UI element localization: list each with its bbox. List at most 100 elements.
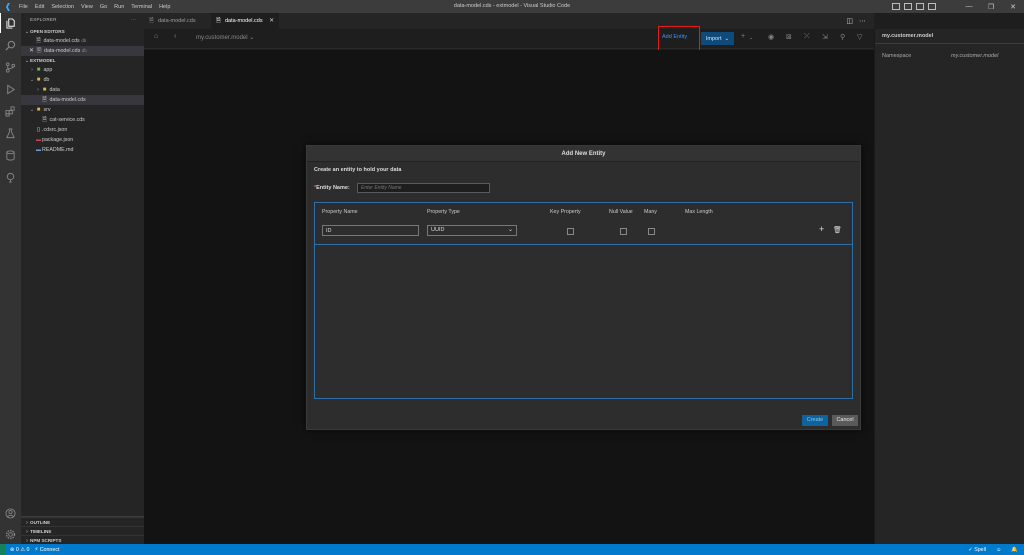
collapse-icon[interactable]: ⤫	[804, 33, 810, 41]
toggle-secondary-sidebar-icon[interactable]	[916, 3, 924, 10]
npm-scripts-header[interactable]: › NPM SCRIPTS	[21, 535, 144, 544]
tab-label: data-model.cds	[158, 18, 196, 24]
many-checkbox[interactable]	[648, 228, 655, 235]
manage-gear-icon[interactable]	[0, 524, 21, 544]
toggle-panel-icon[interactable]	[904, 3, 912, 10]
minimize-icon[interactable]: —	[958, 0, 980, 13]
timeline-header[interactable]: › TIMELINE	[21, 526, 144, 535]
tree-file-data-model[interactable]: 🗎 data-model.cds	[21, 95, 144, 105]
close-window-icon[interactable]: ✕	[1002, 0, 1024, 13]
testing-icon[interactable]	[0, 123, 21, 143]
cloud-icon[interactable]	[0, 167, 21, 187]
menu-terminal[interactable]: Terminal	[131, 4, 152, 10]
menu-file[interactable]: File	[19, 4, 28, 10]
maximize-icon[interactable]: ❐	[980, 0, 1002, 13]
files-icon[interactable]	[0, 13, 21, 33]
null-value-checkbox[interactable]	[620, 228, 627, 235]
more-actions-icon[interactable]: ···	[131, 13, 136, 27]
open-editors-header[interactable]: ⌄OPEN EDITORS	[21, 27, 144, 36]
add-icon[interactable]: +	[741, 33, 745, 40]
col-property-name: Property Name	[322, 209, 358, 215]
spell-status[interactable]: ✓ Spell	[968, 547, 986, 553]
property-type-select[interactable]: UUID ⌄	[427, 225, 517, 236]
chevron-down-icon[interactable]: ⌄	[749, 35, 753, 41]
account-icon[interactable]	[0, 503, 21, 523]
layout-controls	[892, 3, 936, 10]
search-icon[interactable]	[0, 35, 21, 55]
customize-layout-icon[interactable]	[928, 3, 936, 10]
menu-go[interactable]: Go	[100, 4, 107, 10]
toggle-sidebar-icon[interactable]	[892, 3, 900, 10]
run-debug-icon[interactable]	[0, 79, 21, 99]
trash-icon[interactable]: 🗑	[833, 226, 842, 234]
expand-icon[interactable]: ⇲	[822, 33, 828, 41]
add-row-icon[interactable]: +	[819, 225, 824, 234]
close-editor-icon[interactable]: ✕	[29, 48, 34, 54]
open-editor-item[interactable]: 🗎 data-model.cds db	[21, 36, 144, 46]
vscode-window: ❰ File Edit Selection View Go Run Termin…	[0, 0, 1024, 555]
chevron-down-icon: ⌄	[724, 35, 730, 42]
tree-folder-app[interactable]: › ■ app	[21, 65, 144, 75]
menu-view[interactable]: View	[81, 4, 93, 10]
database-icon[interactable]	[0, 145, 21, 165]
tab-data-model-1[interactable]: 🗎 data-model.cds	[144, 13, 210, 29]
remote-indicator[interactable]	[0, 544, 5, 555]
menu-selection[interactable]: Selection	[51, 4, 74, 10]
menu-run[interactable]: Run	[114, 4, 124, 10]
close-tab-icon[interactable]: ✕	[269, 18, 274, 24]
outline-label: OUTLINE	[30, 520, 51, 525]
bell-icon[interactable]: 🔔	[1011, 547, 1018, 553]
tree-folder-srv[interactable]: ⌄ ■ srv	[21, 105, 144, 115]
search-icon[interactable]: ⚲	[840, 33, 845, 41]
split-editor-icon[interactable]: ◫	[846, 17, 853, 25]
tab-data-model-2[interactable]: 🗎 data-model.cds ✕	[211, 13, 279, 29]
tree-label: package.json	[42, 137, 74, 143]
connect-status[interactable]: ⚡ Connect	[35, 547, 60, 553]
outline-header[interactable]: › OUTLINE	[21, 517, 144, 526]
property-name-input[interactable]	[322, 225, 419, 236]
extensions-icon[interactable]	[0, 101, 21, 121]
sidebar-bottom-sections: › OUTLINE › TIMELINE › NPM SCRIPTS	[21, 516, 144, 544]
eye-icon[interactable]: ◉	[768, 33, 774, 41]
file-icon: 🗎	[216, 18, 221, 24]
properties-title: my.customer.model	[882, 33, 934, 39]
breadcrumb-label: my.customer.model	[196, 35, 248, 41]
more-actions-icon[interactable]: ⋯	[859, 17, 866, 25]
import-label: Import	[705, 35, 722, 42]
menu-bar: File Edit Selection View Go Run Terminal…	[16, 4, 170, 10]
chevron-left-icon[interactable]: ‹	[174, 33, 176, 40]
menu-help[interactable]: Help	[159, 4, 170, 10]
title-bar: ❰ File Edit Selection View Go Run Termin…	[0, 0, 1024, 13]
tree-file-package[interactable]: ▬package.json	[21, 135, 144, 145]
key-property-checkbox[interactable]	[567, 228, 574, 235]
tree-file-cdsrc[interactable]: {} .cdsrc.json	[21, 125, 144, 135]
breadcrumb[interactable]: my.customer.model ⌄	[196, 34, 254, 41]
cancel-button[interactable]: Cancel	[832, 415, 858, 426]
tree-label: README.md	[42, 147, 74, 153]
import-button[interactable]: Import ⌄	[701, 32, 734, 45]
problems-status[interactable]: ⊗ 0 ⚠ 0	[10, 547, 30, 553]
layout-icon[interactable]: ⊠	[786, 33, 792, 41]
feedback-icon[interactable]: ☺	[996, 547, 1001, 553]
menu-edit[interactable]: Edit	[35, 4, 44, 10]
spell-label: Spell	[974, 546, 986, 553]
folder-open-icon: ■	[36, 107, 41, 113]
entity-name-input[interactable]	[357, 183, 490, 193]
tree-file-cat-service[interactable]: 🗎 cat-service.cds	[21, 115, 144, 125]
add-entity-dialog: Add New Entity Create an entity to hold …	[306, 145, 861, 430]
file-icon: 🗎	[36, 38, 41, 44]
status-right: ✓ Spell ☺ 🔔	[968, 544, 1018, 555]
editor-actions: ◫ ⋯	[846, 13, 866, 29]
home-icon[interactable]: ⌂	[154, 33, 158, 40]
tree-file-readme[interactable]: ▬README.md	[21, 145, 144, 155]
filter-icon[interactable]: ▽	[857, 33, 862, 41]
open-editor-item-active[interactable]: ✕ 🗎 data-model.cds db	[21, 46, 144, 56]
add-entity-button[interactable]: Add Entity	[662, 34, 687, 40]
create-button[interactable]: Create	[802, 415, 828, 426]
markdown-icon: ▬	[36, 147, 41, 153]
tree-folder-data[interactable]: › ■ data	[21, 85, 144, 95]
project-header[interactable]: ⌄EXTMODEL	[21, 56, 144, 65]
namespace-value[interactable]: my.customer.model	[951, 53, 998, 59]
tree-folder-db[interactable]: ⌄ ■ db	[21, 75, 144, 85]
source-control-icon[interactable]	[0, 57, 21, 77]
